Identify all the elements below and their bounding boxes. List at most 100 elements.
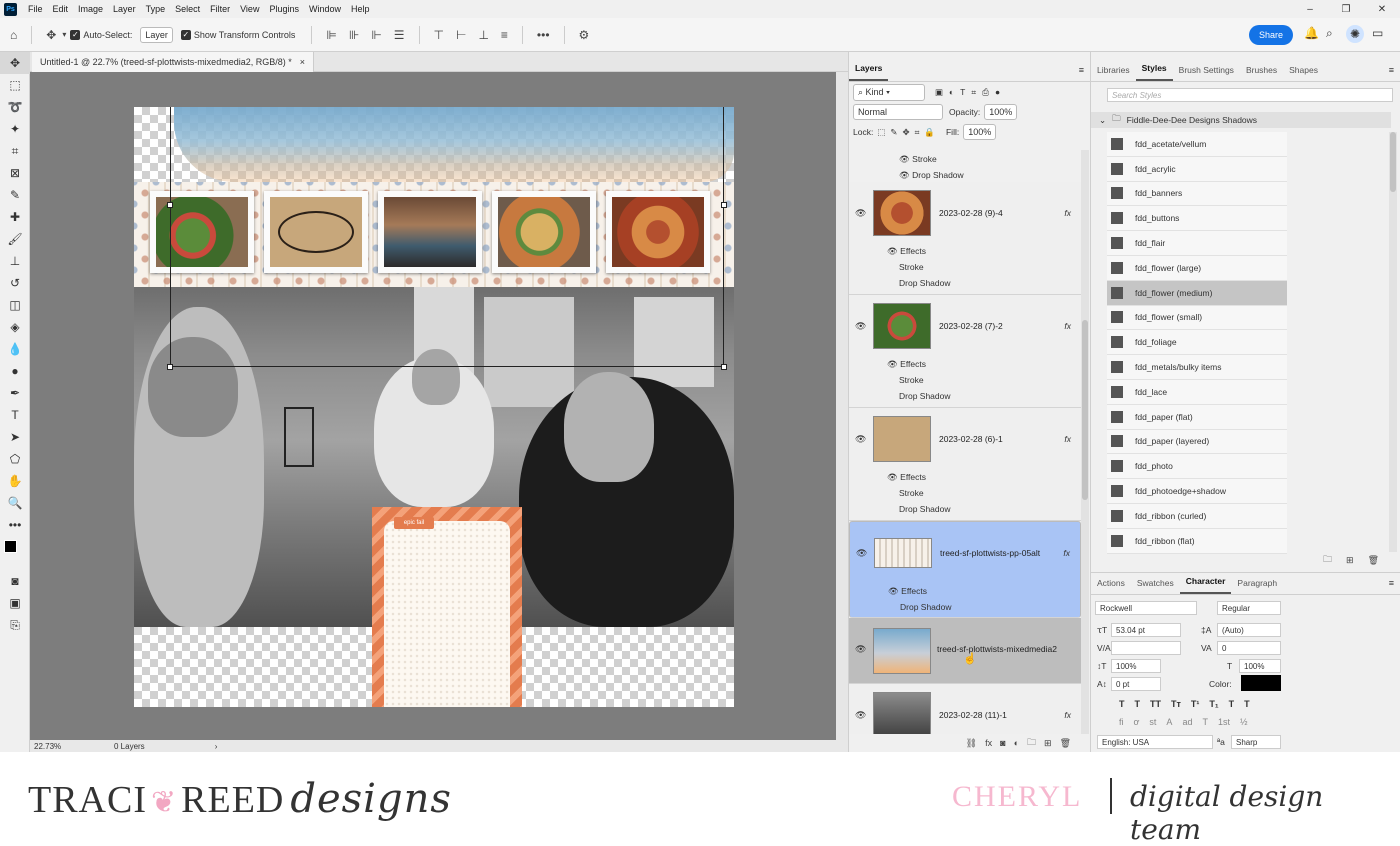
style-item[interactable]: fdd_acetate/vellum [1107,132,1287,157]
link-layers-icon[interactable]: ⛓ [966,738,977,749]
scrollbar-thumb[interactable] [1082,320,1088,500]
panel-menu-icon[interactable]: ≡ [1389,578,1394,588]
style-item[interactable]: fdd_lace [1107,379,1287,405]
fractions-button[interactable]: ½ [1240,717,1248,727]
style-item[interactable]: fdd_foliage [1107,330,1287,356]
antialias-dropdown[interactable]: Sharp [1231,735,1281,749]
eye-icon[interactable]: 👁 [855,321,866,332]
chevron-down-icon[interactable]: ▾ [62,30,66,39]
layer-name[interactable]: 2023-02-28 (9)-4 [939,208,1003,218]
tab-swatches[interactable]: Swatches [1131,578,1180,594]
effect-stroke[interactable]: Stroke [899,375,924,385]
tab-brush-settings[interactable]: Brush Settings [1173,65,1240,81]
zoom-level[interactable]: 22.73% [34,742,114,751]
style-item[interactable]: fdd_flower (small) [1107,305,1287,331]
auto-select-option[interactable]: ✓ Auto-Select: [70,29,132,40]
restore-icon[interactable]: ❐ [1328,0,1364,18]
move-tool-icon[interactable]: ✥ [46,28,56,42]
tracking-input[interactable]: 0 [1217,641,1281,655]
tab-brushes[interactable]: Brushes [1240,65,1283,81]
align-left-icon[interactable]: ⊫ [326,28,336,42]
style-item[interactable]: fdd_banners [1107,181,1287,207]
menu-type[interactable]: Type [141,4,171,14]
fx-icon[interactable]: fx [1063,548,1070,558]
transform-handle[interactable] [721,364,727,370]
layer-item-selected[interactable]: 👁 treed-sf-plottwists-pp-05alt fx 👁 Effe… [849,521,1081,618]
tab-shapes[interactable]: Shapes [1283,65,1324,81]
panel-menu-icon[interactable]: ≡ [1389,65,1394,75]
paint-bucket-tool-icon[interactable]: ◈ [0,316,30,338]
close-window-icon[interactable]: ✕ [1364,0,1400,18]
delete-layer-icon[interactable]: 🗑 [1060,738,1071,749]
layer-name[interactable]: 2023-02-28 (11)-1 [939,710,1007,720]
share-tool-icon[interactable]: ⎘ [0,614,30,636]
stylistic-alternates-button[interactable]: ad [1182,717,1192,727]
scrollbar-thumb[interactable] [1390,132,1396,192]
clone-stamp-tool-icon[interactable]: ⊥ [0,250,30,272]
effects-row[interactable]: 👁 Effects [888,586,927,597]
new-group-icon[interactable]: 🗀 [1027,735,1036,751]
style-item[interactable]: fdd_buttons [1107,206,1287,232]
tab-paragraph[interactable]: Paragraph [1231,578,1283,594]
dodge-tool-icon[interactable]: ● [0,360,30,382]
magic-wand-tool-icon[interactable]: ✦ [0,118,30,140]
ordinals-button[interactable]: 1st [1218,717,1230,727]
tab-styles[interactable]: Styles [1135,63,1173,81]
fx-icon[interactable]: fx [1064,710,1071,720]
eye-icon[interactable]: 👁 [855,710,866,721]
menu-filter[interactable]: Filter [205,4,235,14]
eyedropper-tool-icon[interactable]: ✎ [0,184,30,206]
effect-drop-shadow[interactable]: Drop Shadow [900,602,952,612]
add-style-icon[interactable]: fx [985,738,992,748]
chevron-right-icon[interactable]: › [215,742,218,751]
lightbulb-icon[interactable]: ✺ [1346,25,1364,43]
all-caps-button[interactable]: TT [1150,699,1161,709]
layer-name[interactable]: treed-sf-plottwists-pp-05alt [940,548,1040,558]
style-group-header[interactable]: ⌄ 🗀 Fiddle-Dee-Dee Designs Shadows [1091,112,1391,128]
effect-drop-shadow[interactable]: Drop Shadow [899,504,951,514]
style-item[interactable]: fdd_flair [1107,231,1287,256]
transform-handle[interactable] [721,202,727,208]
hand-tool-icon[interactable]: ✋ [0,470,30,492]
style-item-highlighted[interactable]: fdd_flower (medium) [1107,280,1287,306]
eye-icon[interactable]: 👁 [855,434,866,445]
checkbox-icon[interactable]: ✓ [180,29,191,40]
path-selection-tool-icon[interactable]: ➤ [0,426,30,448]
layer-name[interactable]: 2023-02-28 (7)-2 [939,321,1003,331]
ligatures-button[interactable]: fi [1119,717,1124,727]
eye-icon[interactable]: 👁 [855,644,866,655]
frame-tool-icon[interactable]: ⊠ [0,162,30,184]
quick-mask-icon[interactable]: ◙ [0,570,30,592]
menu-layer[interactable]: Layer [108,4,141,14]
tab-libraries[interactable]: Libraries [1091,65,1136,81]
align-right-icon[interactable]: ⊩ [371,28,381,42]
underline-button[interactable]: T [1229,699,1235,709]
align-center-icon[interactable]: ⊪ [349,28,359,42]
search-styles-input[interactable]: Search Styles [1107,88,1393,102]
align-top-icon[interactable]: ⊤ [434,28,444,42]
transform-handle[interactable] [167,202,173,208]
menu-file[interactable]: File [23,4,48,14]
layer-item[interactable]: 👁 2023-02-28 (9)-4 fx 👁 Effects Stroke D… [849,182,1081,295]
menu-edit[interactable]: Edit [48,4,74,14]
fill-input[interactable]: 100% [963,124,997,140]
gear-icon[interactable]: ⚙ [579,28,590,42]
menu-plugins[interactable]: Plugins [264,4,304,14]
chevron-down-icon[interactable]: ⌄ [1099,115,1106,126]
style-item[interactable]: fdd_flower (large) [1107,255,1287,281]
layer-item[interactable]: 👁 2023-02-28 (7)-2 fx 👁 Effects Stroke D… [849,295,1081,408]
font-size-input[interactable]: 53.04 pt [1111,623,1181,637]
eye-icon[interactable]: 👁 [856,548,867,559]
eye-icon[interactable]: 👁 [855,208,866,219]
panel-menu-icon[interactable]: ≡ [1079,65,1084,75]
style-item[interactable]: fdd_photoedge+shadow [1107,479,1287,504]
type-tool-icon[interactable]: T [0,404,30,426]
style-item[interactable]: fdd_metals/bulky items [1107,355,1287,380]
tab-character[interactable]: Character [1179,576,1232,594]
scrapbook-page[interactable]: epic fail [134,107,734,707]
style-item[interactable]: fdd_acrylic [1107,156,1287,182]
screen-mode-icon[interactable]: ▣ [0,592,30,614]
workspace-icon[interactable]: ▭ [1372,26,1383,40]
tab-layers[interactable]: Layers [849,63,889,81]
history-brush-tool-icon[interactable]: ↺ [0,272,30,294]
